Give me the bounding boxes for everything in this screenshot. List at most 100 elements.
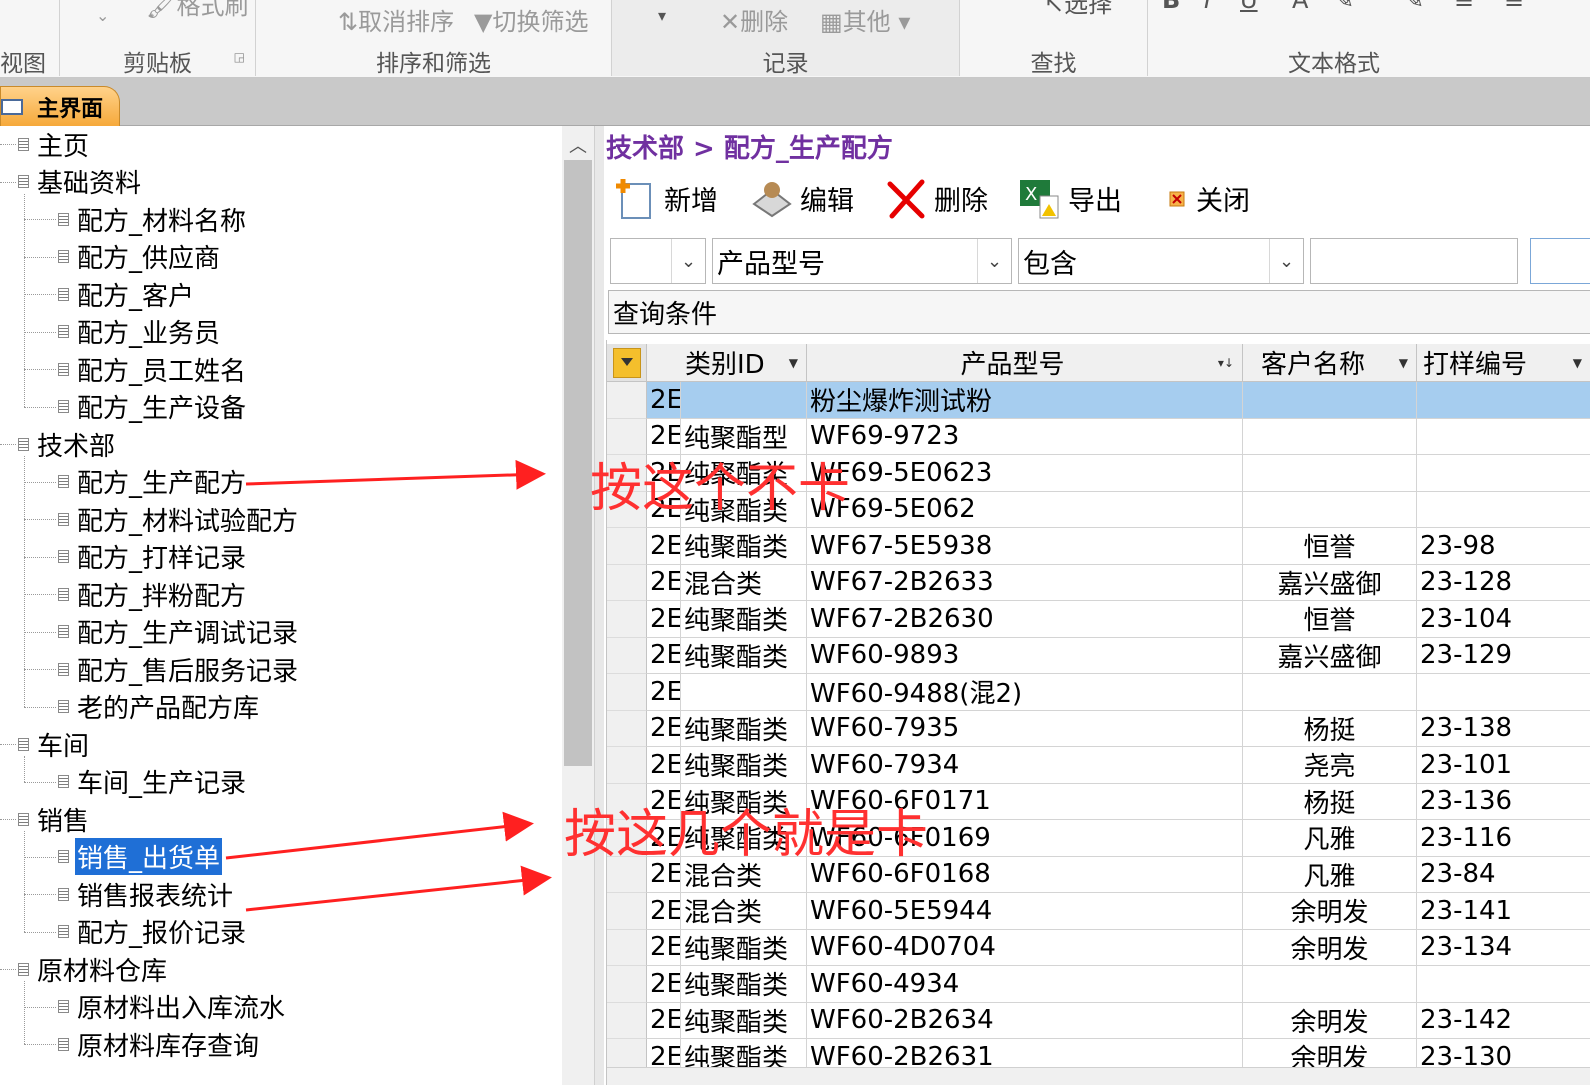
sort-arrow-icon[interactable]: ▼ (789, 356, 798, 370)
table-cell[interactable]: 23-142 (1417, 1003, 1590, 1039)
row-selector[interactable] (607, 929, 647, 966)
table-cell[interactable]: 杨挺 (1243, 710, 1417, 747)
table-cell[interactable]: WF69-5E0623 (807, 455, 1243, 492)
table-cell[interactable] (1417, 455, 1590, 492)
table-cell[interactable]: WF60-4D0704 (807, 929, 1243, 966)
tab-main-interface[interactable]: 主界面 (0, 86, 120, 126)
tree-item[interactable]: 老的产品配方库 (58, 689, 261, 725)
chevron-down-icon[interactable]: ⌄ (977, 239, 1011, 283)
tree-item[interactable]: 配方_生产设备 (58, 389, 248, 425)
chevron-down-icon[interactable]: ▾ (658, 6, 666, 25)
row-selector[interactable] (607, 966, 647, 1003)
toggle-filter-button[interactable]: ▼切换筛选 (474, 2, 588, 37)
table-cell[interactable]: 23-116 (1417, 820, 1590, 857)
tree-item[interactable]: 原材料仓库 (18, 951, 169, 987)
sort-arrow-icon[interactable]: ▼ (1399, 356, 1408, 370)
italic-button[interactable]: I (1204, 0, 1211, 14)
table-cell[interactable]: 纯聚酯类 (681, 637, 807, 674)
row-selector[interactable] (607, 382, 647, 419)
table-cell[interactable]: 2E (647, 966, 681, 1003)
table-row[interactable]: 2E 粉尘爆炸测试粉 (607, 382, 1590, 419)
table-cell[interactable]: 2E (647, 929, 681, 966)
table-cell[interactable]: 混合类 (681, 564, 807, 601)
table-cell[interactable]: 23-138 (1417, 711, 1590, 747)
filter-prefix-combo[interactable]: ⌄ (610, 238, 706, 284)
table-cell[interactable]: 余明发 (1243, 893, 1417, 930)
table-row[interactable]: 2E 纯聚酯类 WF60-2B2634 余明发 23-142 (607, 1002, 1590, 1039)
table-row[interactable]: 2E 纯聚酯类 WF67-5E5938 恒誉 23-98 (607, 528, 1590, 565)
table-cell[interactable]: 2E (647, 674, 681, 711)
column-header-customer-name[interactable]: 客户名称 ▼ (1243, 344, 1417, 382)
edit-button[interactable]: 编辑 (750, 170, 854, 226)
more-records-button[interactable]: ▦其他 ▾ (820, 2, 910, 37)
table-cell[interactable]: 纯聚酯类 (681, 710, 807, 747)
column-header-sample-number[interactable]: 打样编号 ▼ (1417, 344, 1590, 382)
table-cell[interactable]: 嘉兴盛御 (1243, 637, 1417, 674)
underline-button[interactable]: U (1240, 0, 1258, 14)
table-row[interactable]: 2E 纯聚酯类 WF60-4D0704 余明发 23-134 (607, 929, 1590, 966)
sort-filter-arrow-icon[interactable]: ▾↓ (1218, 356, 1234, 370)
row-selector[interactable] (607, 637, 647, 674)
table-cell[interactable]: 2E (647, 1002, 681, 1039)
tree-item[interactable]: 原材料库存查询 (58, 1026, 261, 1062)
row-selector[interactable] (607, 710, 647, 747)
table-cell[interactable] (681, 382, 807, 419)
table-cell[interactable]: WF60-9488(混2) (807, 674, 1243, 711)
add-button[interactable]: 新增 (614, 170, 718, 226)
tree-item[interactable]: 配方_售后服务记录 (58, 651, 300, 687)
horizontal-scrollbar[interactable] (607, 1067, 1590, 1085)
table-cell[interactable]: 23-129 (1417, 638, 1590, 674)
search-button[interactable] (1530, 238, 1590, 284)
table-cell[interactable]: WF67-2B2630 (807, 601, 1243, 638)
table-cell[interactable]: WF69-5E062 (807, 491, 1243, 528)
tree-item[interactable]: 主页 (18, 126, 91, 162)
table-cell[interactable]: 凡雅 (1243, 856, 1417, 893)
tree-item[interactable]: 配方_报价记录 (58, 914, 248, 950)
tree-item[interactable]: 配方_供应商 (58, 239, 222, 275)
table-cell[interactable] (1243, 455, 1417, 492)
tree-item[interactable]: 配方_员工姓名 (58, 351, 248, 387)
table-cell[interactable]: 粉尘爆炸测试粉 (807, 382, 1243, 419)
table-cell[interactable]: WF67-5E5938 (807, 528, 1243, 565)
column-header-category-id[interactable]: 类别ID ▼ (647, 344, 807, 382)
table-cell[interactable]: WF69-9723 (807, 418, 1243, 455)
tree-scrollbar[interactable]: ︿ (562, 126, 594, 1085)
table-cell[interactable]: WF60-9893 (807, 637, 1243, 674)
tree-item[interactable]: 配方_打样记录 (58, 539, 248, 575)
filter-operator-combo[interactable]: 包含 ⌄ (1018, 238, 1304, 284)
tree-item[interactable]: 配方_生产配方 (58, 464, 248, 500)
query-condition-field[interactable]: 查询条件 (608, 290, 1590, 334)
select-button[interactable]: ↖选择 (1044, 0, 1112, 19)
tree-item[interactable]: 配方_生产调试记录 (58, 614, 300, 650)
row-selector[interactable] (607, 747, 647, 784)
table-cell[interactable] (681, 674, 807, 711)
table-cell[interactable] (1243, 382, 1417, 419)
table-row[interactable]: 2E 混合类 WF60-5E5944 余明发 23-141 (607, 893, 1590, 930)
table-cell[interactable]: WF60-4934 (807, 966, 1243, 1003)
table-cell[interactable]: 纯聚酯类 (681, 747, 807, 784)
splitter[interactable] (594, 126, 604, 1085)
tree-item[interactable]: 配方_材料名称 (58, 201, 248, 237)
table-row[interactable]: 2E WF60-9488(混2) (607, 674, 1590, 711)
table-cell[interactable]: 纯聚酯类 (681, 929, 807, 966)
close-button[interactable]: 关闭 (1166, 170, 1250, 226)
tree-item[interactable]: 基础资料 (18, 164, 143, 200)
bold-button[interactable]: B (1162, 0, 1180, 14)
remove-sort-button[interactable]: ⇅取消排序 (338, 2, 454, 37)
table-cell[interactable] (1243, 966, 1417, 1003)
chevron-down-icon[interactable]: ⌄ (96, 6, 109, 25)
row-selector[interactable] (607, 893, 647, 930)
table-row[interactable]: 2E 纯聚酯类 WF60-7934 尧亮 23-101 (607, 747, 1590, 784)
table-row[interactable]: 2E 纯聚酯类 WF67-2B2630 恒誉 23-104 (607, 601, 1590, 638)
table-cell[interactable] (1417, 492, 1590, 528)
delete-button[interactable]: 删除 (884, 170, 988, 226)
table-cell[interactable]: WF60-7934 (807, 747, 1243, 784)
table-cell[interactable]: 余明发 (1243, 929, 1417, 966)
table-cell[interactable]: 2E (647, 601, 681, 638)
table-cell[interactable]: 余明发 (1243, 1002, 1417, 1039)
table-cell[interactable]: 23-104 (1417, 601, 1590, 638)
table-cell[interactable]: 2E (647, 564, 681, 601)
table-cell[interactable]: 23-141 (1417, 893, 1590, 930)
table-cell[interactable]: 2E (647, 382, 681, 419)
filter-field-combo[interactable]: 产品型号 ⌄ (712, 238, 1012, 284)
